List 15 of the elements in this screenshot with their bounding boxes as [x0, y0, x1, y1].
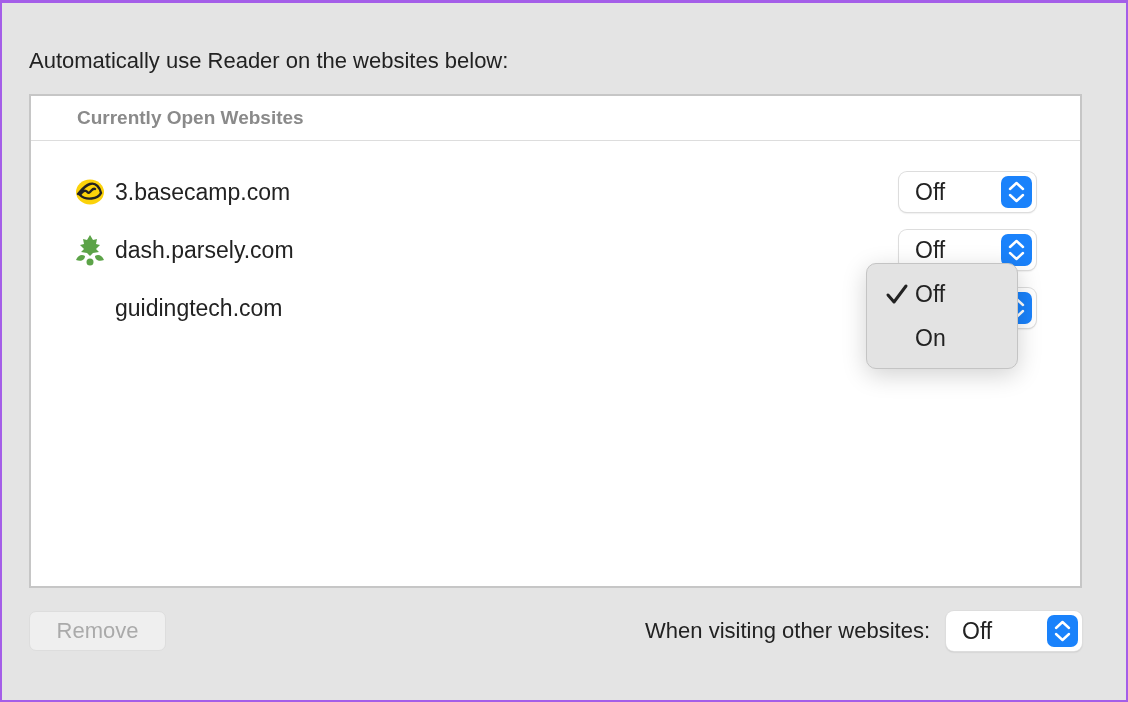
column-header: Currently Open Websites: [31, 96, 1080, 141]
smile-badge-icon: [75, 178, 105, 206]
website-name: dash.parsely.com: [115, 236, 295, 264]
instruction-text: Automatically use Reader on the websites below:: [29, 47, 510, 75]
other-websites-label: When visiting other websites:: [645, 618, 930, 644]
stepper-icon: [1001, 176, 1032, 208]
website-name: guidingtech.com: [115, 294, 284, 322]
leaf-icon: [75, 234, 105, 266]
stepper-icon: [1047, 615, 1078, 647]
popup-button[interactable]: Off: [946, 611, 1082, 651]
popup-button[interactable]: Off: [899, 172, 1036, 212]
menu-item[interactable]: Off: [915, 280, 946, 308]
menu-item[interactable]: On: [915, 324, 946, 352]
stepper-icon: [1001, 234, 1032, 266]
website-name: 3.basecamp.com: [115, 178, 292, 206]
